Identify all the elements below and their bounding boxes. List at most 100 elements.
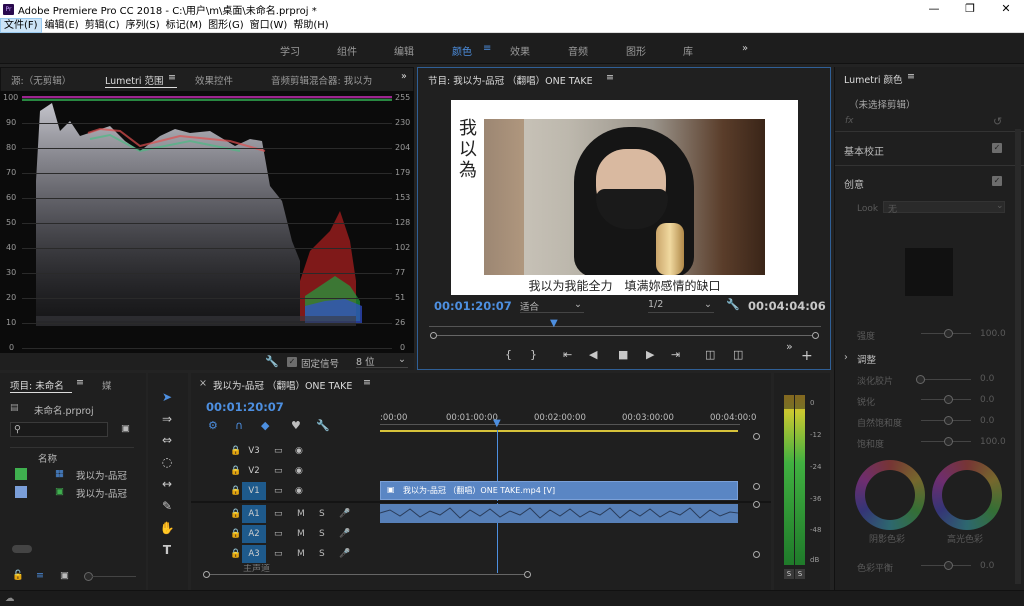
track-label-v3[interactable]: V3 [242, 442, 266, 460]
resolution-dropdown[interactable]: 1/2 ⌄ [648, 299, 714, 313]
workspace-graphics[interactable]: 图形 [626, 43, 646, 58]
work-area-bar[interactable] [380, 430, 738, 432]
bit-depth-dropdown[interactable]: 8 位 ⌄ [356, 354, 408, 368]
sharpen-value[interactable]: 0.0 [980, 395, 994, 405]
timeline-timecode[interactable]: 00:01:20:07 [206, 400, 284, 414]
minimize-button[interactable]: — [916, 0, 952, 18]
close-button[interactable]: ✕ [988, 0, 1024, 18]
go-to-out-icon[interactable]: ⇥ [671, 348, 680, 361]
step-forward-icon[interactable]: ▶ [646, 348, 654, 361]
more-controls-icon[interactable]: » [786, 340, 793, 353]
list-view-icon[interactable]: ≡ [36, 570, 44, 581]
maximize-button[interactable]: ❐ [952, 0, 988, 18]
wrench-icon[interactable]: 🔧 [265, 355, 279, 368]
workspace-editing[interactable]: 编辑 [394, 43, 414, 58]
workspace-learn[interactable]: 学习 [280, 43, 300, 58]
icon-view-icon[interactable]: ▣ [60, 570, 69, 581]
mark-in-icon[interactable]: { [505, 348, 512, 361]
razor-tool-icon[interactable]: ◌ [158, 455, 176, 469]
menu-file[interactable]: 文件(F) [0, 17, 42, 33]
solo-right-button[interactable]: S [795, 569, 805, 579]
highlight-tint-wheel[interactable] [932, 460, 1002, 530]
track-lock-icon[interactable]: 🔒 [230, 486, 241, 496]
sync-lock-icon[interactable]: ▭ [274, 486, 283, 496]
timeline-zoom-right[interactable] [524, 571, 531, 578]
voice-over-icon[interactable]: 🎤 [339, 509, 350, 519]
menu-sequence[interactable]: 序列(S) [122, 18, 162, 33]
workspace-color[interactable]: 颜色 [452, 43, 472, 58]
type-tool-icon[interactable]: T [158, 543, 176, 557]
saturation-knob[interactable] [944, 437, 953, 446]
track-lock-icon[interactable]: 🔒 [230, 509, 241, 519]
settings-wrench-icon[interactable]: 🔧 [726, 298, 740, 311]
video-clip[interactable]: ▣ 我以为-品冠 （翻唱）ONE TAKE.mp4 [V] [380, 481, 738, 500]
track-lock-icon[interactable]: 🔒 [230, 549, 241, 559]
vibrance-value[interactable]: 0.0 [980, 416, 994, 426]
ripple-edit-tool-icon[interactable]: ⇔ [158, 433, 176, 447]
sync-lock-icon[interactable]: ▭ [274, 446, 283, 456]
project-menu-icon[interactable]: ≡ [76, 377, 84, 388]
project-hscrollbar[interactable] [12, 545, 32, 553]
track-label-a2[interactable]: A2 [242, 525, 266, 543]
tab-project[interactable]: 项目: 未命名 [10, 378, 64, 392]
zoom-handle-right[interactable] [812, 332, 819, 339]
adjust-header[interactable]: 调整 [857, 352, 876, 366]
mute-toggle[interactable]: M [297, 509, 305, 519]
tab-media-browser[interactable]: 媒 [102, 378, 112, 392]
intensity-knob[interactable] [944, 329, 953, 338]
vscroll-audio-top-handle[interactable] [753, 501, 760, 508]
tab-program[interactable]: 节目: 我以为-品冠 （翻唱）ONE TAKE [428, 73, 593, 87]
audio-clip[interactable] [380, 504, 738, 523]
menu-graphics[interactable]: 图形(G) [205, 18, 247, 33]
look-dropdown[interactable]: 无 ⌄ [883, 201, 1005, 215]
more-tabs-icon[interactable]: » [401, 71, 407, 82]
lumetri-menu-icon[interactable]: ≡ [907, 71, 915, 82]
menu-marker[interactable]: 标记(M) [163, 18, 205, 33]
timeline-settings-icon[interactable]: 🔧 [316, 419, 330, 432]
track-label-v2[interactable]: V2 [242, 462, 266, 480]
track-select-tool-icon[interactable]: ⇒ [158, 412, 176, 426]
vscroll-top-handle[interactable] [753, 433, 760, 440]
eye-icon[interactable]: ◉ [295, 446, 303, 456]
mark-out-icon[interactable]: } [530, 348, 537, 361]
program-timecode[interactable]: 00:01:20:07 [434, 299, 512, 313]
solo-left-button[interactable]: S [784, 569, 794, 579]
solo-toggle[interactable]: S [319, 529, 325, 539]
timeline-zoom-bar[interactable] [210, 574, 525, 575]
sync-lock-icon[interactable]: ▭ [274, 509, 283, 519]
project-zoom-slider[interactable] [92, 576, 136, 577]
add-marker-icon[interactable]: ♥ [291, 419, 301, 432]
menu-clip[interactable]: 剪辑(C) [82, 18, 123, 33]
track-lock-icon[interactable]: 🔒 [230, 529, 241, 539]
workspace-assembly[interactable]: 组件 [337, 43, 357, 58]
sync-status-icon[interactable]: ☁ [5, 593, 15, 604]
program-menu-icon[interactable]: ≡ [606, 72, 614, 83]
shadow-tint-wheel[interactable] [855, 460, 925, 530]
workspace-menu-icon[interactable]: ≡ [483, 43, 491, 54]
solo-toggle[interactable]: S [319, 549, 325, 559]
snap-icon[interactable]: ∩ [235, 419, 243, 432]
workspace-audio[interactable]: 音频 [568, 43, 588, 58]
column-name[interactable]: 名称 [38, 451, 57, 465]
solo-toggle[interactable]: S [319, 509, 325, 519]
creative-header[interactable]: 创意 [844, 176, 864, 191]
lock-icon[interactable]: 🔓 [12, 570, 24, 581]
menu-window[interactable]: 窗口(W) [247, 18, 291, 33]
nest-icon[interactable]: ⚙ [208, 419, 218, 432]
vibrance-knob[interactable] [944, 416, 953, 425]
workspace-effects[interactable]: 效果 [510, 43, 530, 58]
track-lock-icon[interactable]: 🔒 [230, 446, 241, 456]
add-button-icon[interactable]: + [801, 348, 813, 364]
go-to-in-icon[interactable]: ⇤ [563, 348, 572, 361]
intensity-value[interactable]: 100.0 [980, 329, 1006, 339]
timeline-playhead-icon[interactable]: ▼ [493, 418, 501, 429]
basic-correction-checkbox[interactable]: ✓ [992, 143, 1002, 153]
mute-toggle[interactable]: M [297, 549, 305, 559]
timeline-zoom-left[interactable] [203, 571, 210, 578]
lift-icon[interactable]: ◫ [705, 348, 715, 361]
tab-source[interactable]: 源:（无剪辑） [11, 73, 71, 87]
reset-icon[interactable]: ↺ [993, 115, 1002, 128]
eye-icon[interactable]: ◉ [295, 486, 303, 496]
zoom-bar[interactable] [437, 335, 812, 336]
more-workspaces-icon[interactable]: » [742, 43, 748, 54]
